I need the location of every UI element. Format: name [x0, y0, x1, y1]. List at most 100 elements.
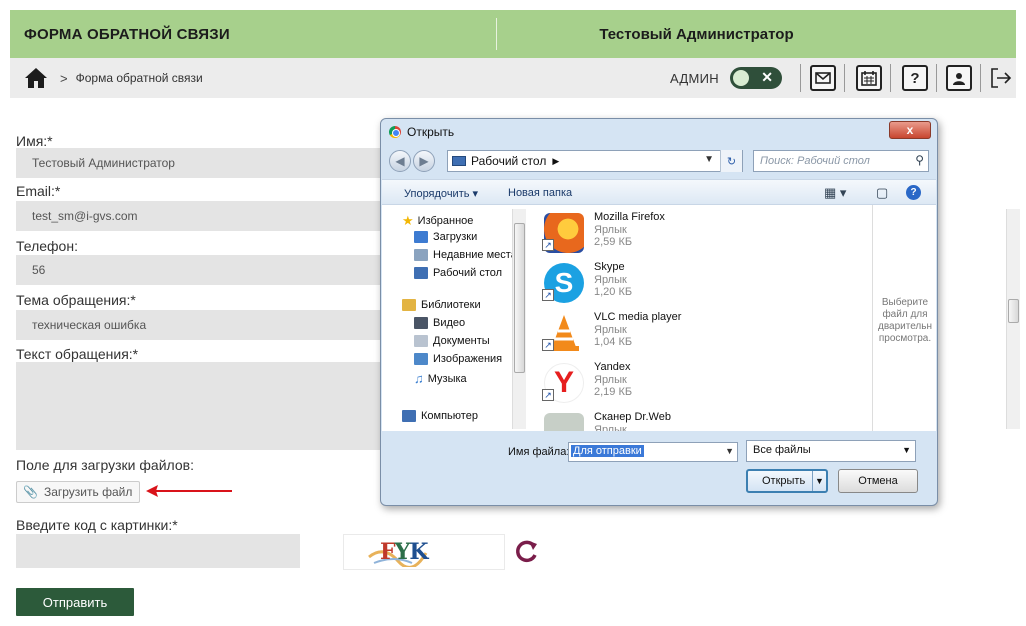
file-item[interactable]: Сканер Dr.Web Ярлык [540, 409, 840, 431]
upload-file-button[interactable]: 📎 Загрузить файл [16, 481, 140, 503]
file-item[interactable]: Y ↗ Yandex Ярлык 2,19 КБ [540, 359, 840, 409]
preview-pane-icon[interactable]: ▢ [876, 185, 888, 201]
search-icon[interactable]: ⚲ [915, 153, 924, 167]
chevron-down-icon[interactable]: ▼ [704, 154, 714, 165]
logout-icon[interactable] [990, 67, 1012, 89]
file-size: 1,20 КБ [594, 286, 633, 298]
chevron-down-icon: ▼ [902, 445, 911, 455]
user-name[interactable]: Тестовый Администратор [497, 10, 1016, 58]
file-item[interactable]: ↗ VLC media player Ярлык 1,04 КБ [540, 309, 840, 359]
file-list-scrollbar[interactable] [1006, 209, 1020, 429]
file-type: Ярлык [594, 324, 627, 336]
tree-label: Видео [433, 317, 466, 329]
tree-item-libraries[interactable]: Библиотеки [402, 299, 481, 311]
computer-icon [402, 410, 416, 422]
tree-item-downloads[interactable]: Загрузки [414, 231, 477, 243]
tree-item-video[interactable]: Видео [414, 317, 465, 329]
captcha-input[interactable] [16, 534, 300, 568]
name-field[interactable]: Тестовый Администратор [16, 148, 388, 178]
email-field[interactable]: test_sm@i-gvs.com [16, 201, 388, 231]
tree-scroll-thumb[interactable] [514, 223, 525, 373]
refresh-captcha-icon[interactable] [514, 538, 540, 564]
tree-item-documents[interactable]: Документы [414, 335, 490, 347]
tree-item-desktop[interactable]: Рабочий стол [414, 267, 502, 279]
desktop-icon [452, 156, 466, 166]
open-split-dropdown-icon[interactable]: ▼ [812, 471, 826, 491]
toolbar-separator [800, 64, 801, 92]
tree-item-computer[interactable]: Компьютер [402, 409, 478, 423]
tree-label: Документы [433, 335, 490, 347]
filename-label: Имя файла: [508, 446, 570, 458]
tree-label: Загрузки [433, 231, 478, 243]
back-icon[interactable]: ◀ [389, 150, 411, 172]
toolbar-separator [980, 64, 981, 92]
file-item[interactable]: ↗ Mozilla Firefox Ярлык 2,59 КБ [540, 209, 840, 259]
dialog-title: Открыть [389, 125, 454, 139]
dialog-close-button[interactable]: x [889, 121, 931, 139]
dialog-help-icon[interactable]: ? [906, 185, 921, 200]
profile-icon[interactable] [946, 65, 972, 91]
dialog-search-input[interactable]: Поиск: Рабочий стол ⚲ [753, 150, 929, 172]
organize-button[interactable]: Упорядочить ▾ [404, 187, 478, 200]
view-options-icon[interactable]: ▦ ▾ [824, 185, 846, 201]
admin-toggle[interactable]: ✕ [730, 67, 782, 89]
file-name: VLC media player [594, 311, 682, 323]
address-bar[interactable]: Рабочий стол ▶ ▼ ↻ [447, 150, 743, 172]
submit-button[interactable]: Отправить [16, 588, 134, 616]
tree-item-music[interactable]: ♫ Музыка [414, 371, 467, 386]
tree-item-favorites[interactable]: ★ Избранное [402, 213, 473, 229]
help-icon[interactable]: ? [902, 65, 928, 91]
admin-label: АДМИН [670, 71, 719, 86]
mail-icon[interactable] [810, 65, 836, 91]
music-icon: ♫ [414, 371, 424, 386]
tree-scrollbar[interactable] [512, 209, 526, 429]
file-type: Ярлык [594, 424, 627, 431]
desktop-icon [414, 267, 428, 279]
shortcut-arrow-icon: ↗ [542, 289, 554, 301]
forward-icon[interactable]: ▶ [413, 150, 435, 172]
new-folder-button[interactable]: Новая папка [508, 187, 572, 199]
file-list-scroll-thumb[interactable] [1008, 299, 1019, 323]
paperclip-icon: 📎 [23, 485, 38, 499]
tree-item-recent[interactable]: Недавние места [414, 249, 517, 261]
video-icon [414, 317, 428, 329]
breadcrumb-current: Форма обратной связи [75, 71, 203, 85]
subject-field[interactable]: техническая ошибка [16, 310, 388, 340]
open-button[interactable]: Открыть ▼ [746, 469, 828, 493]
captcha-text: FYK [380, 539, 428, 565]
tree-item-images[interactable]: Изображения [414, 353, 502, 365]
file-type-select[interactable]: Все файлы ▼ [746, 440, 916, 462]
breadcrumb-bar: > Форма обратной связи АДМИН ✕ ? [10, 58, 1016, 98]
calendar-icon[interactable] [856, 65, 882, 91]
tree-label: Недавние места [433, 249, 517, 261]
file-type: Ярлык [594, 274, 627, 286]
chevron-down-icon[interactable]: ▼ [725, 446, 734, 456]
star-icon: ★ [402, 213, 414, 228]
recent-places-icon [414, 249, 428, 261]
toolbar-separator [890, 64, 891, 92]
file-item[interactable]: S ↗ Skype Ярлык 1,20 КБ [540, 259, 840, 309]
tree-label: Компьютер [421, 410, 478, 422]
downloads-icon [414, 231, 428, 243]
phone-field[interactable]: 56 [16, 255, 388, 285]
dialog-footer: Имя файла: Для отправки ▼ Все файлы ▼ От… [382, 433, 936, 505]
file-name: Сканер Dr.Web [594, 411, 671, 423]
dialog-content: ★ Избранное Загрузки Недавние места Рабо… [382, 205, 1020, 431]
cancel-button[interactable]: Отмена [838, 469, 918, 493]
search-placeholder: Поиск: Рабочий стол [760, 155, 870, 167]
libraries-icon [402, 299, 416, 311]
file-type: Ярлык [594, 374, 627, 386]
message-textarea[interactable] [16, 362, 388, 450]
filename-input[interactable]: Для отправки ▼ [568, 442, 738, 462]
captcha-image: FYK [343, 534, 505, 570]
refresh-icon[interactable]: ↻ [720, 150, 742, 172]
chevron-right-icon: ▶ [552, 155, 560, 166]
top-header: ФОРМА ОБРАТНОЙ СВЯЗИ Тестовый Администра… [10, 10, 1016, 58]
home-icon[interactable] [24, 67, 48, 89]
filename-value: Для отправки [571, 445, 644, 457]
name-label: Имя:* [16, 133, 53, 149]
subject-label: Тема обращения:* [16, 292, 136, 308]
tree-label: Избранное [417, 215, 474, 227]
shortcut-arrow-icon: ↗ [542, 339, 554, 351]
tree-label: Музыка [427, 372, 467, 385]
